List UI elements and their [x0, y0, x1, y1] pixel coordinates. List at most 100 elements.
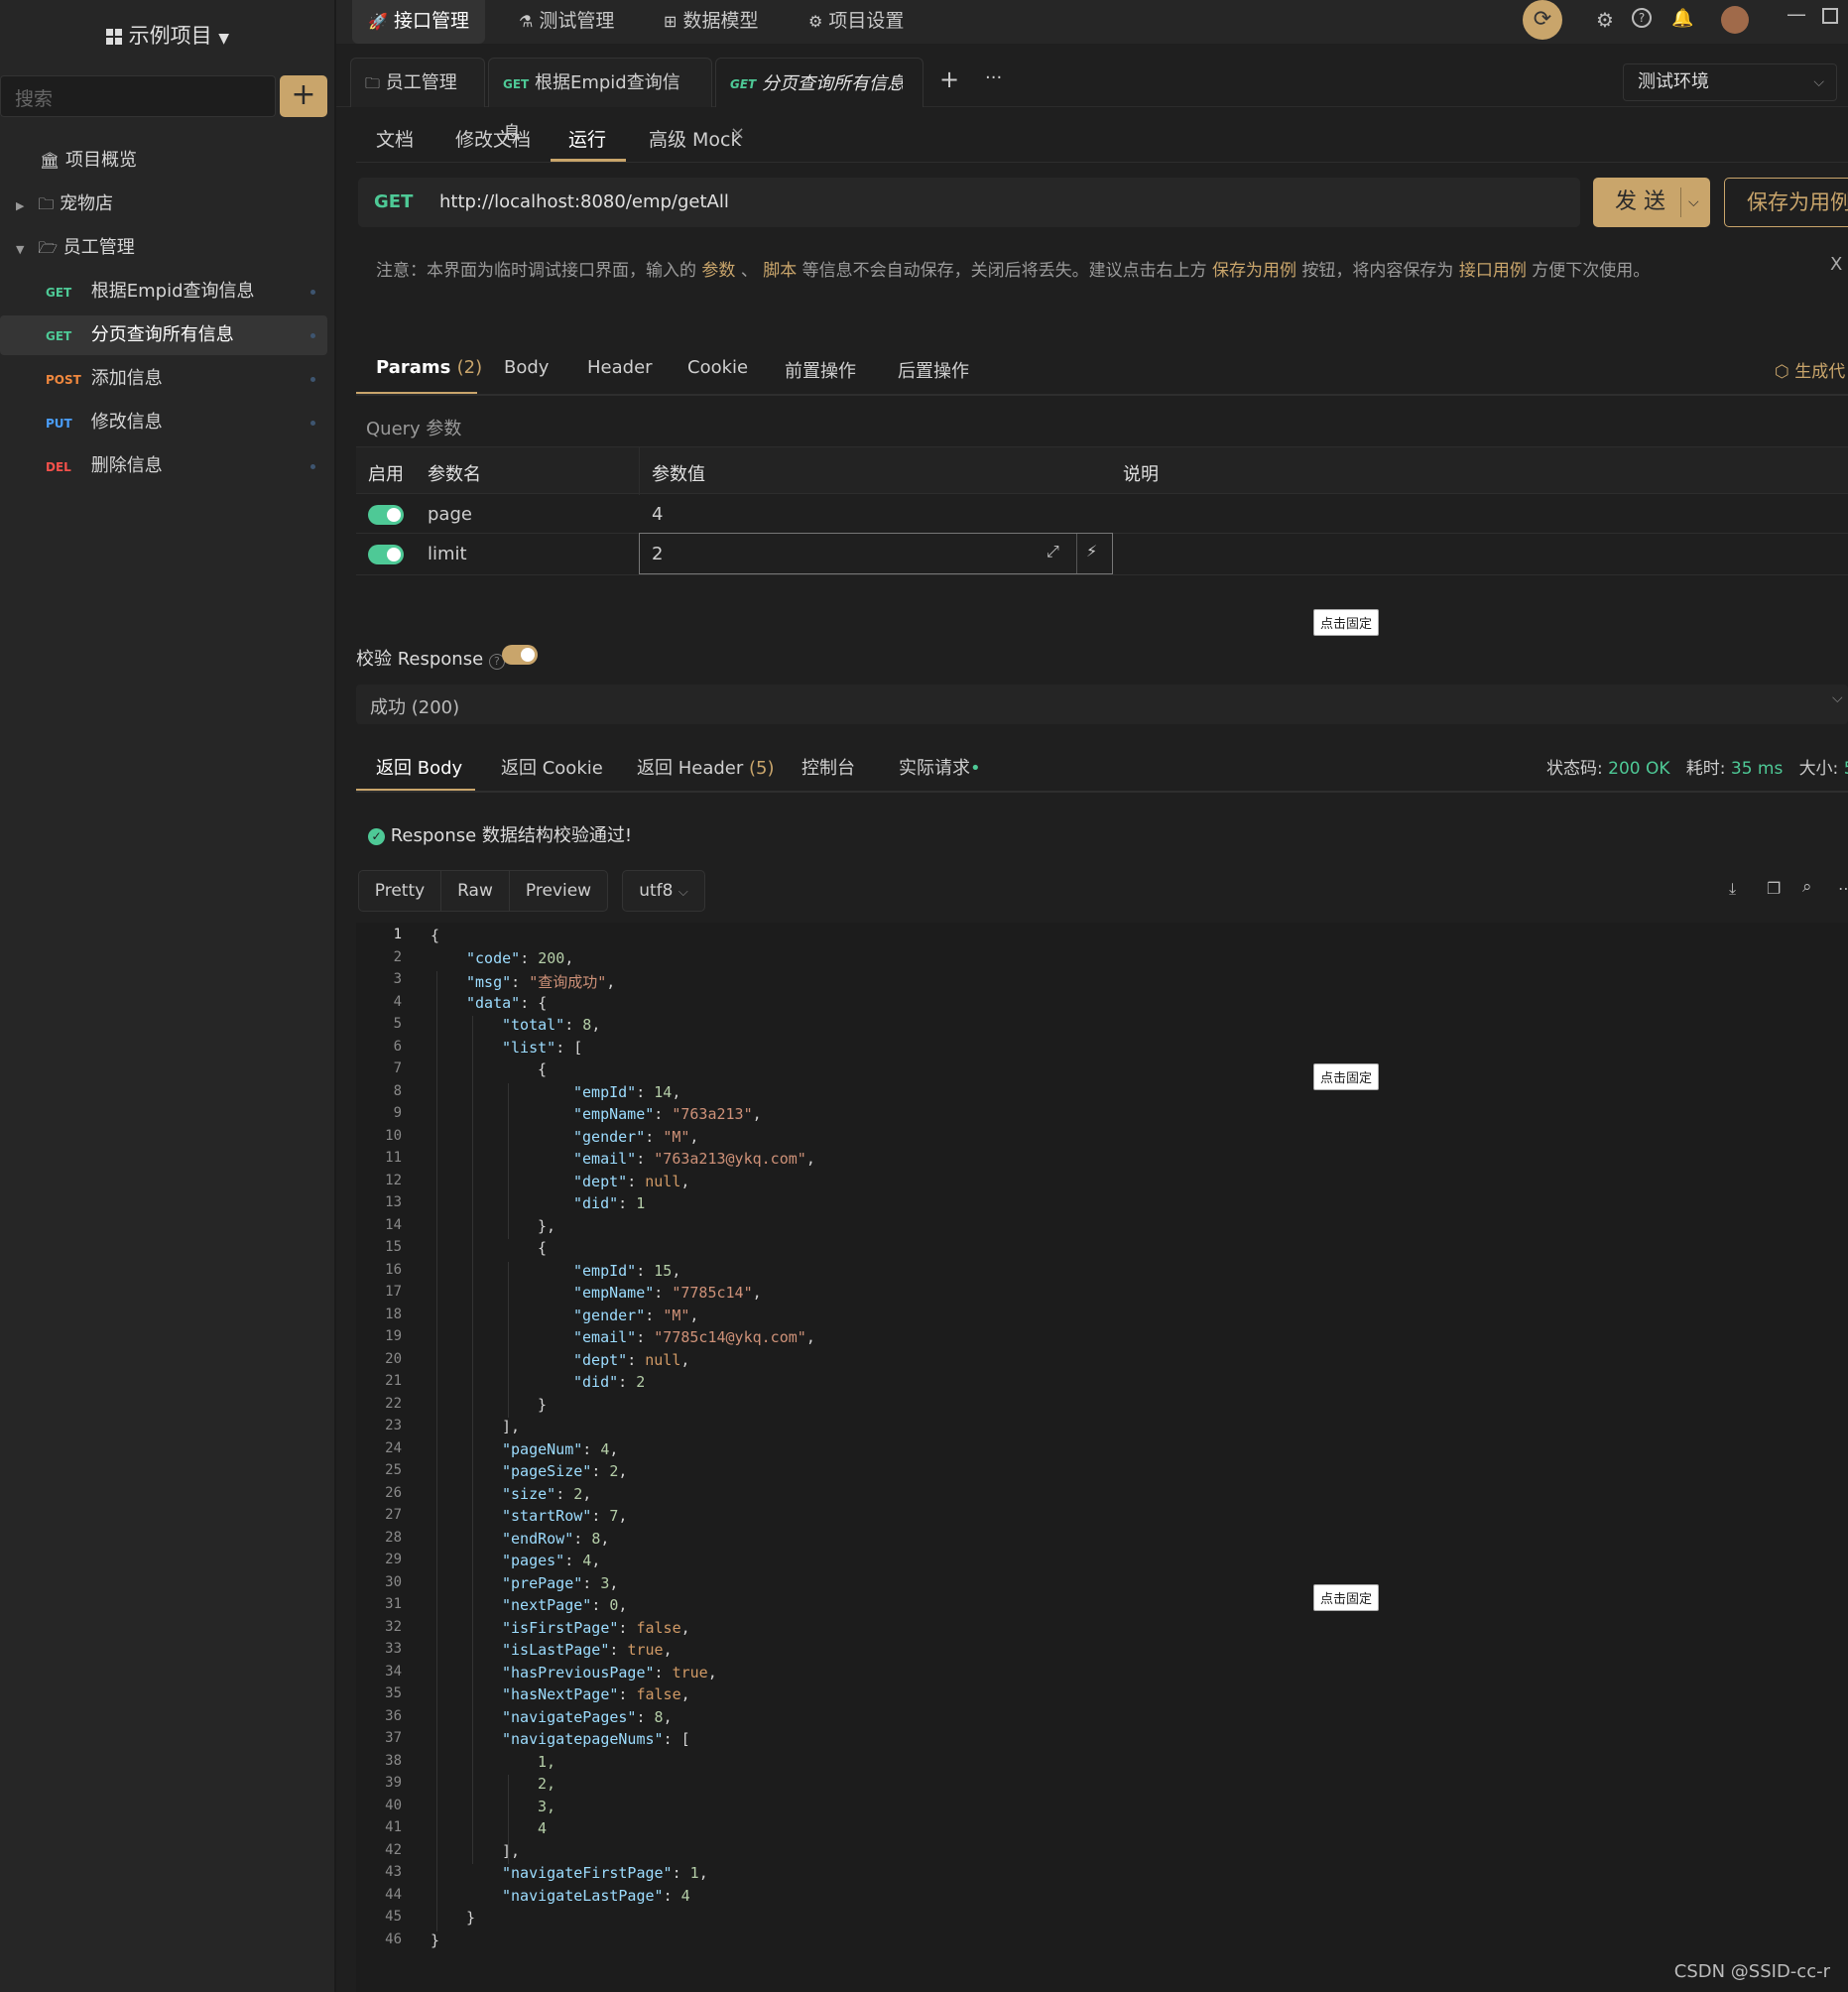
method-badge: PUT [46, 417, 72, 431]
param-name[interactable]: limit [428, 544, 467, 564]
indent-guide [472, 1016, 473, 1864]
method-select[interactable]: GET [374, 178, 413, 227]
url-input[interactable]: http://localhost:8080/emp/getAll [439, 178, 1570, 227]
indent-guide [508, 1261, 509, 1418]
pin-button[interactable]: 点击固定 [1313, 1063, 1380, 1090]
gear-icon: ⚙ [808, 12, 823, 31]
notice: 注意：本界面为临时调试接口界面，输入的 参数 、 脚本 等信息不会自动保存，关闭… [376, 261, 1651, 281]
code-line: "did": 2 [573, 1373, 646, 1391]
doc-tab-get-all[interactable]: GET 分页查询所有信息 × [715, 58, 924, 144]
tab-response-cookie[interactable]: 返回 Cookie [501, 754, 603, 780]
line-number: 10 [385, 1127, 402, 1144]
tab-response-header[interactable]: 返回 Header (5) [637, 754, 775, 780]
restore-icon[interactable] [1822, 8, 1838, 24]
response-code-editor[interactable]: 1 {2 "code": 200, 3 "msg": "查询成功", 4 "data": {… [356, 923, 1848, 1992]
copy-icon[interactable]: ❐ [1767, 879, 1781, 898]
line-number: 40 [385, 1797, 402, 1813]
search-icon[interactable]: ⌕ [1802, 877, 1812, 897]
expand-icon[interactable]: ⤢ [1047, 542, 1059, 561]
search-input[interactable]: 搜索 [0, 75, 276, 117]
more-tabs-icon[interactable]: ··· [985, 67, 1002, 88]
top-nav: 🚀 接口管理 ⚗ 测试管理 ⊞ 数据模型 ⚙ 项目设置 ⟳ ⚙ ? 🔔 — [336, 0, 1848, 44]
code-line: "empId": 15, [573, 1261, 681, 1280]
code-line: "empId": 14, [573, 1082, 681, 1101]
tab-data-model[interactable]: ⊞ 数据模型 [664, 0, 758, 44]
code-line: "pageNum": 4, [502, 1439, 619, 1458]
folder-icon: 🗀 [365, 74, 381, 92]
tab-project-settings[interactable]: ⚙ 项目设置 [808, 0, 904, 44]
sidebar-item-overview[interactable]: 🏛 项目概览 [0, 141, 327, 181]
save-case-link[interactable]: 保存为用例 [1212, 261, 1296, 281]
sidebar-item-delete[interactable]: DEL 删除信息 [0, 446, 327, 486]
project-switcher[interactable]: 示例项目 ▼ [0, 20, 335, 50]
minimize-icon[interactable]: — [1786, 2, 1806, 26]
download-icon[interactable]: ⤓ [1729, 879, 1736, 899]
chevron-down-icon[interactable]: ⌵ [1688, 178, 1699, 227]
encoding-select[interactable]: utf8 ⌵ [622, 870, 705, 912]
code-line: "isFirstPage": false, [502, 1618, 690, 1637]
doc-tab-get-by-empid[interactable]: GET 根据Empid查询信息 [488, 58, 712, 144]
format-raw[interactable]: Raw [440, 870, 510, 912]
tab-cookie[interactable]: Cookie [687, 357, 748, 378]
table-header: 启用 参数名 参数值 说明 [356, 446, 1848, 495]
enable-toggle[interactable] [368, 545, 404, 564]
help-icon[interactable]: ? [1632, 8, 1652, 28]
response-select[interactable]: 成功 (200) ⌵ [356, 685, 1848, 724]
validate-toggle[interactable] [502, 645, 538, 665]
tab-interface[interactable]: 🚀 接口管理 [352, 0, 485, 44]
tab-response-body[interactable]: 返回 Body [376, 754, 462, 780]
url-bar: GET http://localhost:8080/emp/getAll [358, 178, 1580, 227]
subtab-run[interactable]: 运行 [568, 125, 606, 152]
generate-code-link[interactable]: ⬡ 生成代 [1775, 357, 1845, 382]
sidebar-item-get-by-empid[interactable]: GET 根据Empid查询信息 [0, 272, 327, 311]
sidebar-folder-employee[interactable]: ▼ 🗁 员工管理 [0, 228, 327, 268]
environment-select[interactable]: 测试环境 ⌵ [1623, 63, 1837, 101]
sidebar-item-update[interactable]: PUT 修改信息 [0, 403, 327, 442]
settings-icon[interactable]: ⚙ [1596, 8, 1614, 32]
send-button[interactable]: 发 送 ⌵ [1593, 178, 1710, 227]
sidebar: 示例项目 ▼ 搜索 + 🏛 项目概览 ▶ 🗀 宠物店 ▼ 🗁 员工管理 GET … [0, 0, 335, 1992]
tab-test[interactable]: ⚗ 测试管理 [519, 0, 614, 44]
add-button[interactable]: + [280, 75, 327, 117]
save-as-case-button[interactable]: 保存为用例 [1724, 178, 1848, 227]
tab-actual-request[interactable]: 实际请求• [899, 754, 981, 780]
format-pretty[interactable]: Pretty [358, 870, 441, 912]
subtab-edit-doc[interactable]: 修改文档 [455, 125, 531, 152]
tab-body[interactable]: Body [504, 357, 549, 378]
more-icon[interactable]: ⋯ [1838, 879, 1848, 898]
line-number: 33 [385, 1641, 402, 1657]
param-name[interactable]: page [428, 504, 472, 525]
doc-tab-employee[interactable]: 🗀 员工管理 [350, 58, 485, 107]
code-line: 3, [538, 1797, 556, 1815]
param-value[interactable]: 4 [652, 504, 663, 525]
param-value-input[interactable]: 2 ⤢ ⚡ [639, 533, 1113, 574]
tab-post-actions[interactable]: 后置操作 [898, 357, 969, 383]
pin-button[interactable]: 点击固定 [1313, 609, 1380, 636]
subtab-mock[interactable]: 高级 Mock [649, 125, 742, 152]
line-number: 18 [385, 1306, 402, 1322]
sidebar-folder-petstore[interactable]: ▶ 🗀 宠物店 [0, 185, 327, 224]
line-number: 41 [385, 1819, 402, 1835]
avatar[interactable] [1721, 6, 1749, 34]
sync-icon[interactable]: ⟳ [1523, 0, 1562, 40]
status-dot [310, 464, 315, 469]
tab-console[interactable]: 控制台 [801, 754, 855, 780]
close-notice-icon[interactable]: X [1830, 254, 1842, 275]
add-tab-icon[interactable]: + [939, 65, 959, 93]
case-link[interactable]: 接口用例 [1459, 261, 1527, 281]
line-number: 26 [385, 1484, 402, 1501]
pin-button[interactable]: 点击固定 [1313, 1584, 1380, 1611]
tab-params[interactable]: Params (2) [376, 357, 482, 378]
tab-header[interactable]: Header [587, 357, 653, 378]
bell-icon[interactable]: 🔔 [1671, 8, 1693, 29]
sidebar-item-add[interactable]: POST 添加信息 [0, 359, 327, 399]
line-number: 4 [393, 993, 402, 1010]
code-line: "empName": "763a213", [573, 1105, 762, 1123]
magic-wand-icon[interactable]: ⚡ [1086, 542, 1097, 560]
sidebar-item-get-all[interactable]: GET 分页查询所有信息 [0, 315, 327, 355]
line-number: 46 [385, 1930, 402, 1947]
subtab-doc[interactable]: 文档 [376, 125, 414, 152]
tab-pre-actions[interactable]: 前置操作 [785, 357, 856, 383]
format-preview[interactable]: Preview [509, 870, 608, 912]
enable-toggle[interactable] [368, 505, 404, 525]
